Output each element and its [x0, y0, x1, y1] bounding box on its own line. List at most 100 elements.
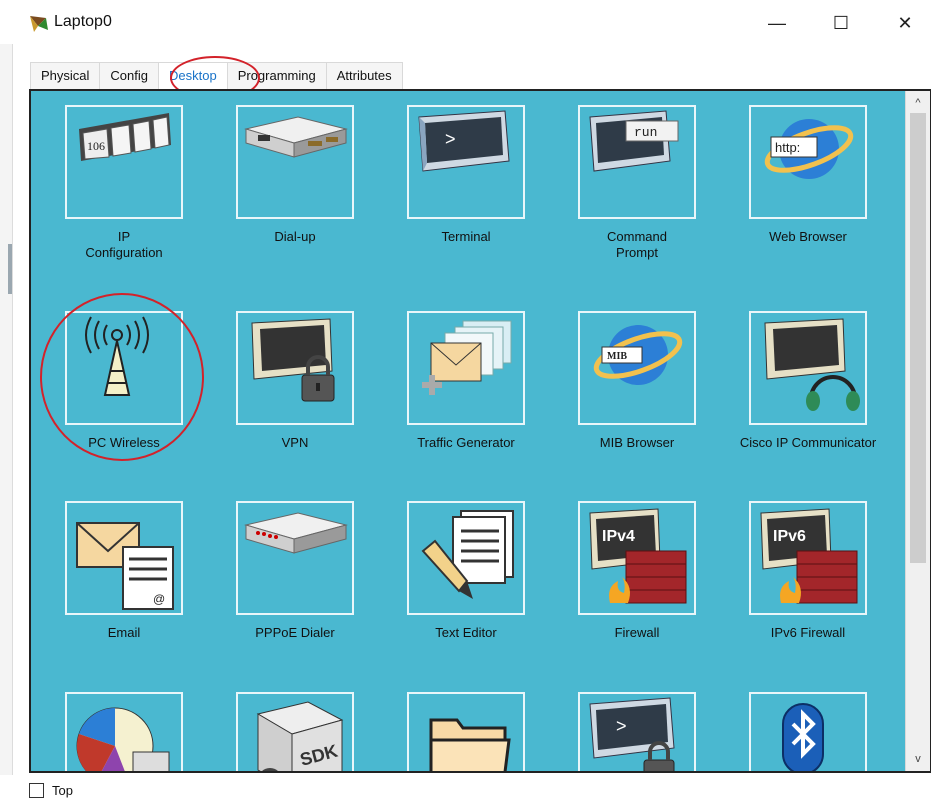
app-label: Command Prompt	[607, 229, 667, 260]
app-mib-browser[interactable]: MIB MIB Browser	[562, 311, 712, 451]
svg-text:http:: http:	[775, 140, 800, 155]
app-row4-5[interactable]	[733, 692, 883, 771]
app-pc-wireless[interactable]: PC Wireless	[49, 311, 199, 451]
tab-physical[interactable]: Physical	[30, 62, 101, 89]
app-ipv6-firewall[interactable]: IPv6 IPv6 Firewall	[733, 501, 883, 641]
dial-up-icon	[244, 116, 348, 158]
app-tile[interactable]: http:	[749, 105, 867, 219]
app-tile[interactable]	[407, 311, 525, 425]
tab-attributes[interactable]: Attributes	[325, 62, 403, 89]
app-tile[interactable]: IPv6	[749, 501, 867, 615]
top-checkbox[interactable]	[29, 783, 44, 798]
scroll-up-button[interactable]: ^	[906, 93, 930, 113]
app-tile[interactable]: SDK	[236, 692, 354, 771]
minimize-button[interactable]: —	[754, 8, 800, 38]
close-button[interactable]: ✕	[882, 8, 928, 38]
app-label: Terminal	[441, 229, 491, 244]
app-tile[interactable]: IPv4	[578, 501, 696, 615]
app-label: MIB Browser	[599, 435, 675, 450]
app-label: IP Configuration	[85, 229, 163, 260]
text-editor-icon	[421, 510, 514, 599]
app-label: PC Wireless	[88, 435, 160, 450]
ipv6-firewall-icon: IPv6	[760, 508, 858, 604]
tab-config[interactable]: Config	[99, 62, 159, 89]
app-tile[interactable]	[236, 105, 354, 219]
scroll-thumb[interactable]	[910, 113, 926, 563]
web-browser-icon: http:	[764, 119, 854, 179]
svg-text:IPv6: IPv6	[773, 528, 806, 545]
mib-browser-icon: MIB	[593, 325, 683, 385]
app-pppoe-dialer[interactable]: PPPoE Dialer	[220, 501, 370, 641]
app-vpn[interactable]: VPN	[220, 311, 370, 451]
app-tile[interactable]	[407, 692, 525, 771]
maximize-button[interactable]: ☐	[818, 8, 864, 38]
app-tile[interactable]: run	[578, 105, 696, 219]
window-title: Laptop0	[54, 13, 112, 30]
app-tile[interactable]	[749, 311, 867, 425]
bluetooth-icon	[782, 703, 824, 771]
app-tile[interactable]	[236, 501, 354, 615]
traffic-generator-icon	[422, 320, 512, 395]
app-tile[interactable]: >	[407, 105, 525, 219]
tab-bar: Physical Config Desktop Programming Attr…	[30, 62, 403, 89]
app-text-editor[interactable]: Text Editor	[391, 501, 541, 641]
app-label: Text Editor	[435, 625, 497, 640]
scroll-down-button[interactable]: v	[906, 749, 930, 769]
app-command-prompt[interactable]: run Command Prompt	[562, 105, 712, 261]
pie-chart-icon	[76, 707, 170, 771]
app-email[interactable]: @ Email	[49, 501, 199, 641]
vpn-icon	[251, 318, 335, 402]
svg-text:>: >	[616, 716, 627, 736]
svg-text:run: run	[634, 125, 657, 140]
app-tile[interactable]: @	[65, 501, 183, 615]
svg-text:IPv4: IPv4	[602, 528, 635, 545]
app-cisco-ip-communicator[interactable]: Cisco IP Communicator	[733, 311, 883, 451]
app-label: Web Browser	[769, 229, 847, 244]
app-web-browser[interactable]: http: Web Browser	[733, 105, 883, 245]
app-terminal[interactable]: > Terminal	[391, 105, 541, 245]
ip-communicator-icon	[764, 318, 860, 411]
svg-text:MIB: MIB	[607, 351, 627, 362]
app-tile[interactable]: >	[578, 692, 696, 771]
app-tile[interactable]: MIB	[578, 311, 696, 425]
app-tile[interactable]	[236, 311, 354, 425]
app-dial-up[interactable]: Dial-up	[220, 105, 370, 245]
terminal-icon: >	[418, 110, 510, 172]
top-checkbox-label: Top	[52, 783, 73, 798]
app-label: IPv6 Firewall	[770, 625, 846, 640]
app-tile[interactable]	[407, 501, 525, 615]
terminal-lock-icon: >	[589, 697, 675, 771]
command-prompt-icon: run	[589, 110, 679, 172]
app-tile[interactable]	[749, 692, 867, 771]
background-edge-mark	[8, 244, 12, 294]
app-tile[interactable]	[65, 692, 183, 771]
app-tile[interactable]	[65, 311, 183, 425]
app-firewall[interactable]: IPv4 Firewall	[562, 501, 712, 641]
laptop-app-icon	[30, 16, 48, 32]
left-edge	[0, 44, 13, 809]
app-ip-configuration[interactable]: 106 IP Configuration	[49, 105, 199, 261]
desktop-panel: 106 IP Configuration Dial-up > Terminal …	[31, 91, 905, 771]
app-row4-2[interactable]: SDK	[220, 692, 370, 771]
wireless-tower-icon	[85, 316, 149, 396]
svg-text:@: @	[153, 592, 165, 606]
app-label: Firewall	[614, 625, 660, 640]
app-label: Traffic Generator	[417, 435, 515, 450]
tab-programming[interactable]: Programming	[226, 62, 327, 89]
app-label: PPPoE Dialer	[255, 625, 335, 640]
app-row4-3[interactable]	[391, 692, 541, 771]
app-tile[interactable]: 106	[65, 105, 183, 219]
app-label: Dial-up	[274, 229, 316, 244]
app-row4-4[interactable]: >	[562, 692, 712, 771]
ip-configuration-icon: 106	[79, 113, 171, 161]
app-row4-1[interactable]	[49, 692, 199, 771]
sdk-icon: SDK	[256, 701, 344, 771]
app-label: Cisco IP Communicator	[739, 435, 877, 450]
bottom-bar	[0, 775, 934, 809]
app-traffic-generator[interactable]: Traffic Generator	[391, 311, 541, 451]
app-label: Email	[107, 625, 141, 640]
tab-desktop[interactable]: Desktop	[158, 62, 228, 89]
vertical-scrollbar[interactable]: ^ v	[905, 91, 930, 771]
email-icon: @	[76, 522, 174, 610]
folder-icon	[429, 718, 511, 771]
